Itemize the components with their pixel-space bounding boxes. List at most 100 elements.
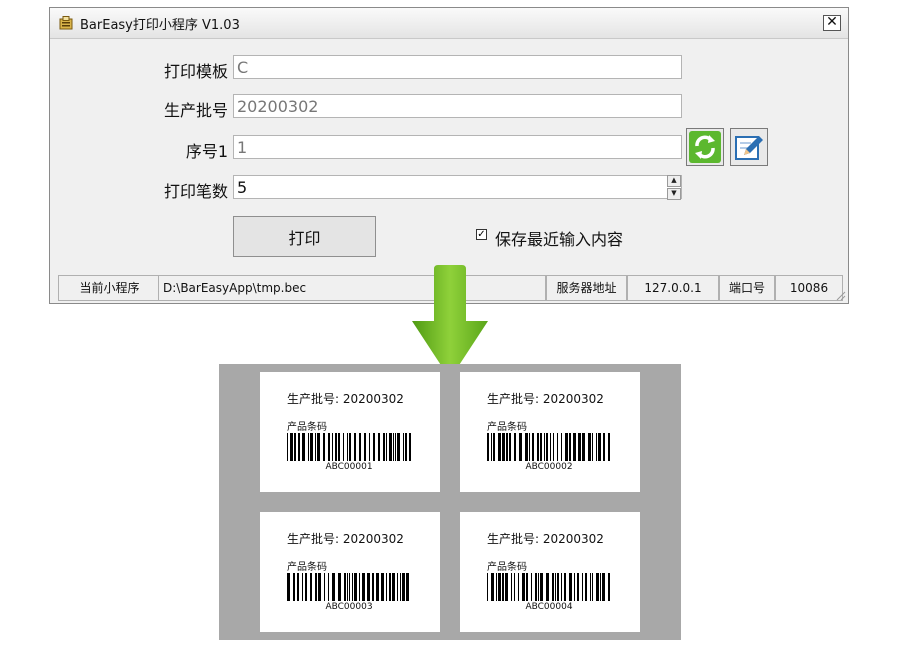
barcode-bar — [608, 433, 610, 461]
barcode-bar — [514, 433, 516, 461]
count-input[interactable] — [233, 175, 682, 199]
barcode-bar — [561, 433, 562, 461]
barcode-bar — [347, 433, 348, 461]
print-button[interactable]: 打印 — [233, 216, 376, 257]
template-input[interactable] — [233, 55, 682, 79]
close-button[interactable]: ✕ — [823, 15, 841, 31]
refresh-icon — [689, 131, 721, 163]
barcode-bar — [378, 433, 380, 461]
barcode-bar — [293, 573, 295, 601]
barcode-bar — [603, 433, 605, 461]
label-batch-text: 生产批号: 20200302 — [487, 392, 604, 406]
barcode-bar — [550, 433, 551, 461]
label-barcode-title: 产品条码 — [487, 422, 527, 433]
refresh-button[interactable] — [686, 128, 724, 166]
barcode-bar — [352, 573, 353, 601]
barcode-bar — [362, 573, 365, 601]
barcode-image — [487, 573, 610, 601]
barcode-bar — [553, 433, 554, 461]
barcode-bar — [557, 573, 559, 601]
serial-input[interactable] — [233, 135, 682, 159]
barcode-bar — [592, 433, 593, 461]
barcode-bar — [569, 433, 571, 461]
barcode-bar — [344, 573, 346, 601]
barcode-bar — [585, 573, 587, 601]
barcode-bar — [308, 433, 309, 461]
barcode-bar — [552, 573, 554, 601]
barcode-bar — [493, 433, 495, 461]
close-icon: ✕ — [826, 14, 838, 30]
barcode-bar — [315, 573, 317, 601]
label-card: 生产批号: 20200302 产品条码 ABC00003 — [260, 512, 440, 632]
label-code: ABC00002 — [525, 462, 573, 472]
barcode-bar — [590, 573, 591, 601]
barcode-bar — [514, 573, 515, 601]
barcode-bar — [491, 433, 492, 461]
barcode-bar — [317, 433, 320, 461]
barcode-bar — [323, 433, 325, 461]
label-batch-text: 生产批号: 20200302 — [287, 392, 404, 406]
barcode-bar — [546, 433, 548, 461]
template-label: 打印模板 — [163, 62, 228, 81]
barcode-bar — [498, 573, 501, 601]
barcode-bar — [381, 573, 384, 601]
server-value: 127.0.0.1 — [627, 275, 719, 301]
barcode-bar — [505, 573, 508, 601]
server-label: 服务器地址 — [546, 275, 627, 301]
label-card: 生产批号: 20200302 产品条码 ABC00001 — [260, 372, 440, 492]
label-barcode-title: 产品条码 — [287, 562, 327, 573]
barcode-bar — [400, 573, 401, 601]
remember-label: 保存最近输入内容 — [495, 230, 624, 249]
barcode-bar — [386, 573, 387, 601]
barcode-bar — [535, 573, 537, 601]
barcode-bar — [354, 573, 357, 601]
barcode-bar — [343, 433, 344, 461]
count-spinner[interactable]: ▲ ▼ — [666, 175, 681, 200]
barcode-bar — [538, 573, 539, 601]
barcode-bar — [491, 573, 494, 601]
barcode-bar — [367, 573, 370, 601]
barcode-image — [287, 433, 411, 461]
label-preview: 生产批号: 20200302 产品条码 ABC00001 生产批号: 20200… — [219, 364, 681, 640]
barcode-bar — [332, 433, 333, 461]
barcode-bar — [364, 433, 366, 461]
barcode-image — [487, 433, 610, 461]
barcode-bar — [518, 573, 519, 601]
label-batch-text: 生产批号: 20200302 — [487, 532, 604, 546]
barcode-bar — [519, 433, 522, 461]
barcode-bar — [546, 573, 549, 601]
label-batch-text: 生产批号: 20200302 — [287, 532, 404, 546]
barcode-bar — [555, 573, 556, 601]
barcode-bar — [537, 433, 539, 461]
barcode-bar — [405, 433, 407, 461]
label-barcode-title: 产品条码 — [287, 422, 327, 433]
batch-label: 生产批号 — [163, 101, 228, 120]
barcode-bar — [338, 573, 341, 601]
barcode-bar — [498, 433, 501, 461]
spin-down-icon[interactable]: ▼ — [667, 188, 681, 200]
barcode-bar — [608, 573, 610, 601]
barcode-bar — [347, 573, 348, 601]
edit-button[interactable] — [730, 128, 768, 166]
barcode-bar — [532, 433, 534, 461]
barcode-bar — [393, 433, 394, 461]
barcode-bar — [557, 433, 558, 461]
barcode-bar — [602, 573, 605, 601]
barcode-bar — [397, 433, 400, 461]
barcode-bar — [332, 573, 335, 601]
barcode-bar — [596, 573, 599, 601]
spin-up-icon[interactable]: ▲ — [667, 175, 681, 187]
label-code: ABC00004 — [525, 602, 573, 612]
batch-input[interactable] — [233, 94, 682, 118]
barcode-bar — [318, 573, 321, 601]
label-code: ABC00003 — [325, 602, 373, 612]
barcode-bar — [315, 433, 316, 461]
barcode-bar — [487, 573, 488, 601]
barcode-bar — [349, 573, 350, 601]
barcode-image — [287, 573, 409, 601]
barcode-bar — [582, 573, 583, 601]
remember-checkbox[interactable]: ✓ — [476, 229, 487, 240]
resize-grip-icon[interactable] — [836, 291, 846, 301]
label-code: ABC00001 — [325, 462, 373, 472]
barcode-bar — [297, 573, 299, 601]
